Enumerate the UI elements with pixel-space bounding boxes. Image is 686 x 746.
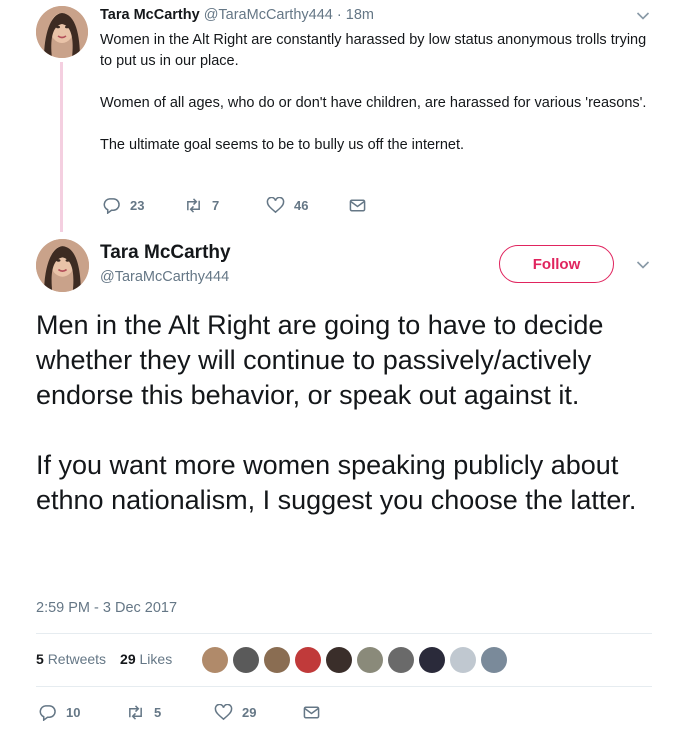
reply-author-handle[interactable]: @TaraMcCarthy444 xyxy=(204,7,333,23)
main-paragraph: Men in the Alt Right are going to have t… xyxy=(36,310,604,410)
retweet-button[interactable]: 5 xyxy=(126,704,214,721)
like-button[interactable]: 46 xyxy=(266,197,348,214)
chevron-down-icon[interactable] xyxy=(636,260,650,270)
main-author-handle[interactable]: @TaraMcCarthy444 xyxy=(100,269,229,285)
likes-stat-label: Likes xyxy=(139,651,173,667)
main-author-name[interactable]: Tara McCarthy xyxy=(100,242,231,264)
liker-avatar[interactable] xyxy=(326,647,352,673)
liker-avatar[interactable] xyxy=(233,647,259,673)
reply-paragraph: Women of all ages, who do or don't have … xyxy=(100,95,647,111)
like-count: 29 xyxy=(242,705,257,720)
retweet-count: 7 xyxy=(212,198,220,213)
retweet-icon xyxy=(129,705,142,720)
heart-icon xyxy=(214,704,233,721)
reply-tweet-text: Women in the Alt Right are constantly ha… xyxy=(100,30,660,156)
tweet-timestamp[interactable]: 2:59 PM - 3 Dec 2017 xyxy=(36,600,177,616)
liker-avatar[interactable] xyxy=(450,647,476,673)
main-author-avatar[interactable] xyxy=(36,239,89,292)
reply-author-avatar[interactable] xyxy=(36,6,88,58)
retweet-icon xyxy=(187,198,200,213)
retweet-button[interactable]: 7 xyxy=(184,197,266,214)
reply-count: 23 xyxy=(130,198,145,213)
like-button[interactable]: 29 xyxy=(214,704,302,721)
heart-icon xyxy=(266,197,285,214)
main-tweet-text: Men in the Alt Right are going to have t… xyxy=(36,308,656,518)
divider xyxy=(36,686,652,687)
liker-avatar[interactable] xyxy=(295,647,321,673)
reply-icon xyxy=(103,198,120,214)
envelope-icon xyxy=(349,199,366,212)
direct-message-button[interactable] xyxy=(302,704,390,721)
like-count: 46 xyxy=(294,198,309,213)
reply-time[interactable]: 18m xyxy=(346,7,374,23)
reply-time-separator: · xyxy=(336,7,342,23)
retweets-stat[interactable]: 5 Retweets xyxy=(36,651,106,667)
reply-author-name[interactable]: Tara McCarthy xyxy=(100,7,200,23)
reply-icon xyxy=(39,705,56,721)
main-paragraph: If you want more women speaking publicly… xyxy=(36,450,637,515)
likes-stat-count: 29 xyxy=(120,651,136,667)
thread-connector-line xyxy=(60,62,63,232)
retweets-stat-label: Retweets xyxy=(47,651,107,667)
retweet-count: 5 xyxy=(154,705,162,720)
likes-stat[interactable]: 29 Likes xyxy=(120,651,172,667)
divider xyxy=(36,633,652,634)
liker-avatar[interactable] xyxy=(481,647,507,673)
reply-action-bar: 23 7 46 xyxy=(102,197,430,214)
engagement-stats: 5 Retweets 29 Likes xyxy=(36,651,172,667)
liker-avatar[interactable] xyxy=(419,647,445,673)
reply-count: 10 xyxy=(66,705,81,720)
liker-avatar[interactable] xyxy=(264,647,290,673)
retweets-stat-count: 5 xyxy=(36,651,44,667)
liker-avatar[interactable] xyxy=(357,647,383,673)
reply-paragraph: The ultimate goal seems to be to bully u… xyxy=(100,137,465,153)
liker-avatar[interactable] xyxy=(202,647,228,673)
follow-button[interactable]: Follow xyxy=(499,245,614,283)
envelope-icon xyxy=(303,706,320,719)
liker-avatar[interactable] xyxy=(388,647,414,673)
reply-button[interactable]: 23 xyxy=(102,197,184,214)
liker-avatars xyxy=(202,647,512,673)
reply-button[interactable]: 10 xyxy=(38,704,126,721)
direct-message-button[interactable] xyxy=(348,197,430,214)
reply-paragraph: Women in the Alt Right are constantly ha… xyxy=(100,32,647,69)
main-action-bar: 10 5 29 xyxy=(38,704,390,721)
chevron-down-icon[interactable] xyxy=(636,11,650,21)
reply-header: Tara McCarthy @TaraMcCarthy444 · 18m xyxy=(100,7,374,23)
